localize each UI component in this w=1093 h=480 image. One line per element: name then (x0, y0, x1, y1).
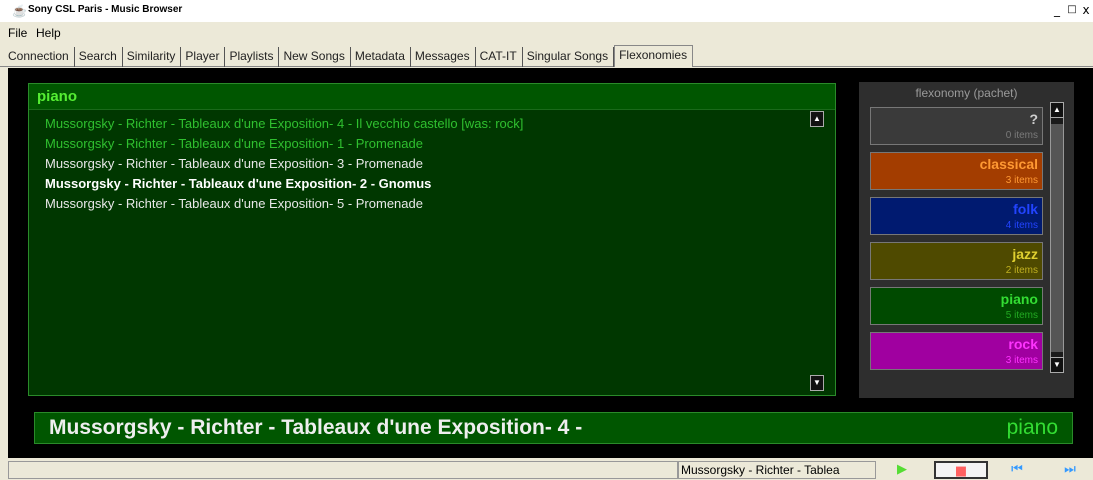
tab-flexonomies[interactable]: Flexonomies (614, 45, 694, 67)
song-row[interactable]: Mussorgsky - Richter - Tableaux d'une Ex… (45, 176, 431, 191)
category-name: rock (1008, 336, 1038, 352)
playlist-header: piano (29, 84, 835, 110)
menu-help[interactable]: Help (36, 26, 61, 40)
category-name: folk (1013, 201, 1038, 217)
scroll-down-icon[interactable]: ▼ (810, 375, 824, 391)
maximize-button[interactable]: □ (1066, 3, 1078, 17)
status-song: Mussorgsky - Richter - Tablea (678, 461, 876, 479)
category-tile[interactable]: piano 5 items (870, 287, 1043, 325)
scroll-up-icon[interactable]: ▲ (810, 111, 824, 127)
tab-new-songs[interactable]: New Songs (279, 47, 351, 67)
flexonomy-panel: flexonomy (pachet) ? 0 items classical 3 it… (859, 82, 1074, 398)
category-name: classical (979, 156, 1038, 172)
playlist-title: piano (37, 88, 77, 105)
scroll-up-icon[interactable]: ▲ (1050, 102, 1064, 118)
status-message (8, 461, 678, 479)
now-playing-title: Mussorgsky - Richter - Tableaux d'une Ex… (49, 416, 583, 439)
category-tile[interactable]: jazz 2 items (870, 242, 1043, 280)
minimize-button[interactable]: _ (1051, 3, 1063, 17)
category-tile[interactable]: folk 4 items (870, 197, 1043, 235)
java-icon: ☕ (12, 4, 27, 18)
tab-bar: Connection Search Similarity Player Playlist… (0, 45, 1093, 67)
category-count: 0 items (1005, 130, 1038, 141)
title-bar: ☕ Sony CSL Paris - Music Browser _ □ x (0, 0, 1093, 22)
stop-icon[interactable]: ■ (934, 461, 988, 479)
tab-metadata[interactable]: Metadata (351, 47, 411, 67)
playlist-panel: piano Mussorgsky - Richter - Tableaux d'… (28, 83, 836, 396)
category-count: 3 items (1005, 355, 1038, 366)
tab-cat-it[interactable]: CAT-IT (476, 47, 523, 67)
flexonomy-title: flexonomy (pachet) (915, 86, 1018, 100)
menu-bar: File Help (0, 22, 1093, 44)
song-row[interactable]: Mussorgsky - Richter - Tableaux d'une Ex… (45, 156, 423, 171)
flexonomy-scroll-thumb[interactable] (1051, 124, 1063, 352)
category-name: jazz (1012, 246, 1038, 262)
now-playing-category: piano (1006, 416, 1058, 439)
song-row[interactable]: Mussorgsky - Richter - Tableaux d'une Ex… (45, 136, 423, 151)
tab-player[interactable]: Player (181, 47, 226, 67)
tab-playlists[interactable]: Playlists (225, 47, 280, 67)
category-count: 5 items (1005, 310, 1038, 321)
now-playing-bar: Mussorgsky - Richter - Tableaux d'une Ex… (34, 412, 1073, 444)
category-count: 4 items (1005, 220, 1038, 231)
menu-file[interactable]: File (8, 26, 27, 40)
next-icon[interactable]: ⏭ (1048, 461, 1092, 479)
play-icon[interactable]: ▶ (880, 461, 924, 479)
tab-connection[interactable]: Connection (4, 47, 75, 67)
close-button[interactable]: x (1080, 3, 1092, 17)
category-name: piano (1000, 291, 1038, 307)
previous-icon[interactable]: ⏮ (995, 461, 1039, 479)
scroll-down-icon[interactable]: ▼ (1050, 357, 1064, 373)
category-tile[interactable]: ? 0 items (870, 107, 1043, 145)
tab-messages[interactable]: Messages (411, 47, 476, 67)
tab-search[interactable]: Search (75, 47, 123, 67)
category-count: 3 items (1005, 175, 1038, 186)
tab-singular-songs[interactable]: Singular Songs (523, 47, 615, 67)
song-row[interactable]: Mussorgsky - Richter - Tableaux d'une Ex… (45, 116, 523, 131)
song-row[interactable]: Mussorgsky - Richter - Tableaux d'une Ex… (45, 196, 423, 211)
status-bar: Mussorgsky - Richter - Tablea ▶ ■ ⏮ ⏭ (0, 459, 1093, 480)
category-count: 2 items (1005, 265, 1038, 276)
window-title: Sony CSL Paris - Music Browser (28, 4, 183, 15)
category-tile[interactable]: rock 3 items (870, 332, 1043, 370)
category-tile[interactable]: classical 3 items (870, 152, 1043, 190)
tab-similarity[interactable]: Similarity (123, 47, 182, 67)
category-name: ? (1029, 111, 1038, 127)
